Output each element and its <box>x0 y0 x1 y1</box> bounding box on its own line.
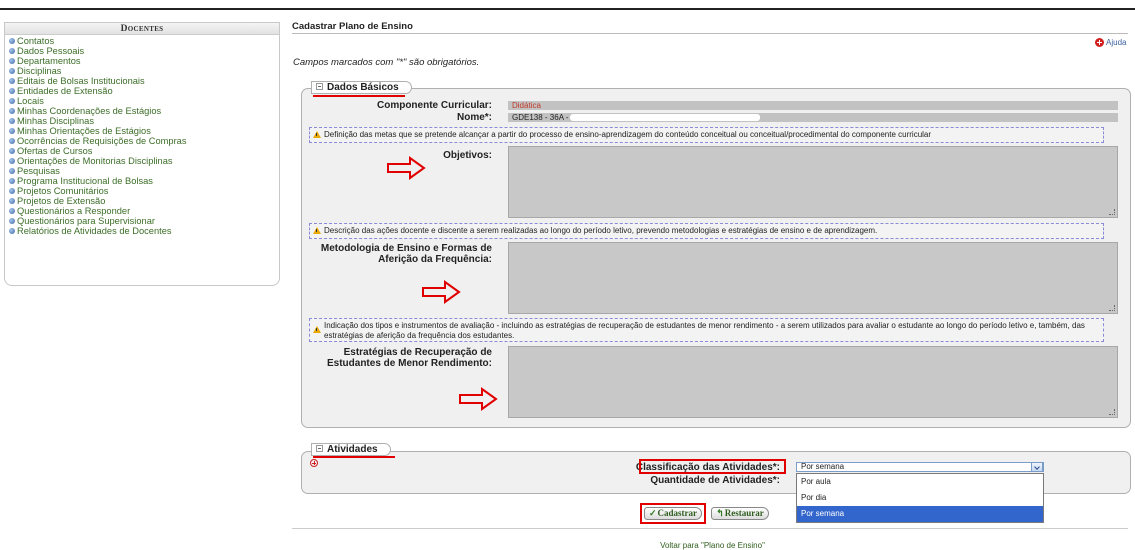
bullet-icon <box>9 48 15 54</box>
componente-label: Componente Curricular: <box>376 100 492 111</box>
sidebar: Docentes Contatos Dados Pessoais Departa… <box>4 22 280 286</box>
bullet-icon <box>9 98 15 104</box>
nome-label: Nome*: <box>456 112 492 123</box>
bullet-icon <box>9 88 15 94</box>
metodologia-label-line1: Metodologia de Ensino e Formas de <box>320 243 492 254</box>
sidebar-item-questionarios-supervisionar[interactable]: Questionários para Supervisionar <box>5 216 279 226</box>
sidebar-item-pesquisas[interactable]: Pesquisas <box>5 166 279 176</box>
bullet-icon <box>9 78 15 84</box>
cadastrar-button[interactable]: ✓Cadastrar <box>644 507 702 520</box>
help-label: Ajuda <box>1106 38 1127 47</box>
estrategias-hint: Indicação dos tipos e instrumentos de av… <box>309 318 1104 342</box>
sidebar-item-projetos-extensao[interactable]: Projetos de Extensão <box>5 196 279 206</box>
resize-grip-icon[interactable] <box>1109 305 1115 311</box>
bullet-icon <box>9 118 15 124</box>
classificacao-select[interactable]: Por semana <box>796 462 1044 472</box>
option-por-dia[interactable]: Por dia <box>797 490 1043 506</box>
page-title: Cadastrar Plano de Ensino <box>292 21 413 32</box>
bullet-icon <box>9 148 15 154</box>
bullet-icon <box>9 68 15 74</box>
help-icon <box>1095 38 1104 47</box>
sidebar-item-programa-bolsas[interactable]: Programa Institucional de Bolsas <box>5 176 279 186</box>
undo-icon: ↰ <box>716 508 724 518</box>
bullet-icon <box>9 178 15 184</box>
voltar-link[interactable]: Voltar para "Plano de Ensino" <box>660 541 765 550</box>
sidebar-menu: Contatos Dados Pessoais Departamentos Di… <box>5 35 279 236</box>
annotation-box <box>639 459 786 474</box>
sidebar-item-entidades[interactable]: Entidades de Extensão <box>5 86 279 96</box>
sidebar-item-locais[interactable]: Locais <box>5 96 279 106</box>
annotation-underline <box>313 95 405 97</box>
sidebar-title: Docentes <box>5 23 279 35</box>
sidebar-item-projetos-comunitarios[interactable]: Projetos Comunitários <box>5 186 279 196</box>
atividades-legend[interactable]: Atividades <box>311 443 391 456</box>
title-divider <box>292 33 1128 34</box>
bullet-icon <box>9 58 15 64</box>
bullet-icon <box>9 168 15 174</box>
sidebar-item-orientacoes-estagios[interactable]: Minhas Orientações de Estágios <box>5 126 279 136</box>
bullet-icon <box>9 198 15 204</box>
required-note: Campos marcados com "*" são obrigatórios… <box>293 57 480 68</box>
classificacao-dropdown: Por aula Por dia Por semana <box>796 473 1044 523</box>
bullet-icon <box>9 128 15 134</box>
bullet-icon <box>9 138 15 144</box>
collapse-icon <box>316 445 323 452</box>
estrategias-label-line2: Estudantes de Menor Rendimento: <box>326 358 492 369</box>
sidebar-item-editais[interactable]: Editais de Bolsas Institucionais <box>5 76 279 86</box>
redacted-field <box>570 114 760 121</box>
check-icon: ✓ <box>648 508 657 518</box>
sidebar-item-coordenacoes[interactable]: Minhas Coordenações de Estágios <box>5 106 279 116</box>
metodologia-label-line2: Aferição da Frequência: <box>378 254 492 265</box>
restaurar-button[interactable]: ↰Restaurar <box>711 507 769 520</box>
bullet-icon <box>9 208 15 214</box>
back-link-row: Voltar para "Plano de Ensino" <box>0 541 1135 550</box>
annotation-arrow-icon <box>387 156 426 180</box>
option-por-aula[interactable]: Por aula <box>797 474 1043 490</box>
resize-grip-icon[interactable] <box>1109 409 1115 415</box>
estrategias-label-line1: Estratégias de Recuperação de <box>343 347 492 358</box>
bullet-icon <box>9 158 15 164</box>
warning-icon <box>313 131 321 138</box>
annotation-arrow-icon <box>422 280 461 304</box>
bullet-icon <box>9 38 15 44</box>
objetivos-textarea[interactable] <box>508 146 1118 218</box>
sidebar-item-ofertas[interactable]: Ofertas de Cursos <box>5 146 279 156</box>
bullet-icon <box>9 108 15 114</box>
add-activity-icon[interactable] <box>310 459 318 467</box>
quantidade-label: Quantidade de Atividades*: <box>650 475 780 486</box>
objetivos-hint: Definição das metas que se pretende alca… <box>309 127 1104 143</box>
estrategias-textarea[interactable] <box>508 346 1118 418</box>
bullet-icon <box>9 218 15 224</box>
dados-basicos-legend[interactable]: Dados Básicos <box>311 81 412 94</box>
help-link[interactable]: Ajuda <box>1095 38 1126 47</box>
chevron-down-icon[interactable] <box>1031 462 1043 472</box>
warning-icon <box>313 227 321 234</box>
sidebar-item-questionarios-responder[interactable]: Questionários a Responder <box>5 206 279 216</box>
sidebar-item-dados-pessoais[interactable]: Dados Pessoais <box>5 46 279 56</box>
annotation-arrow-icon <box>459 387 498 411</box>
sidebar-item-relatorios[interactable]: Relatórios de Atividades de Docentes <box>5 226 279 236</box>
sidebar-item-monitorias[interactable]: Orientações de Monitorias Disciplinas <box>5 156 279 166</box>
sidebar-item-disciplinas[interactable]: Disciplinas <box>5 66 279 76</box>
bullet-icon <box>9 228 15 234</box>
top-border <box>0 8 1135 10</box>
collapse-icon <box>316 83 323 90</box>
option-por-semana[interactable]: Por semana <box>797 506 1043 522</box>
bullet-icon <box>9 188 15 194</box>
metodologia-textarea[interactable] <box>508 242 1118 314</box>
footer-divider <box>292 528 1128 529</box>
metodologia-hint: Descrição das ações docente e discente a… <box>309 223 1104 239</box>
sidebar-item-minhas-disciplinas[interactable]: Minhas Disciplinas <box>5 116 279 126</box>
annotation-underline <box>313 456 395 458</box>
warning-icon <box>313 326 321 333</box>
componente-value: Didática <box>508 101 1118 110</box>
resize-grip-icon[interactable] <box>1109 209 1115 215</box>
sidebar-item-departamentos[interactable]: Departamentos <box>5 56 279 66</box>
sidebar-item-ocorrencias[interactable]: Ocorrências de Requisições de Compras <box>5 136 279 146</box>
sidebar-item-contatos[interactable]: Contatos <box>5 36 279 46</box>
